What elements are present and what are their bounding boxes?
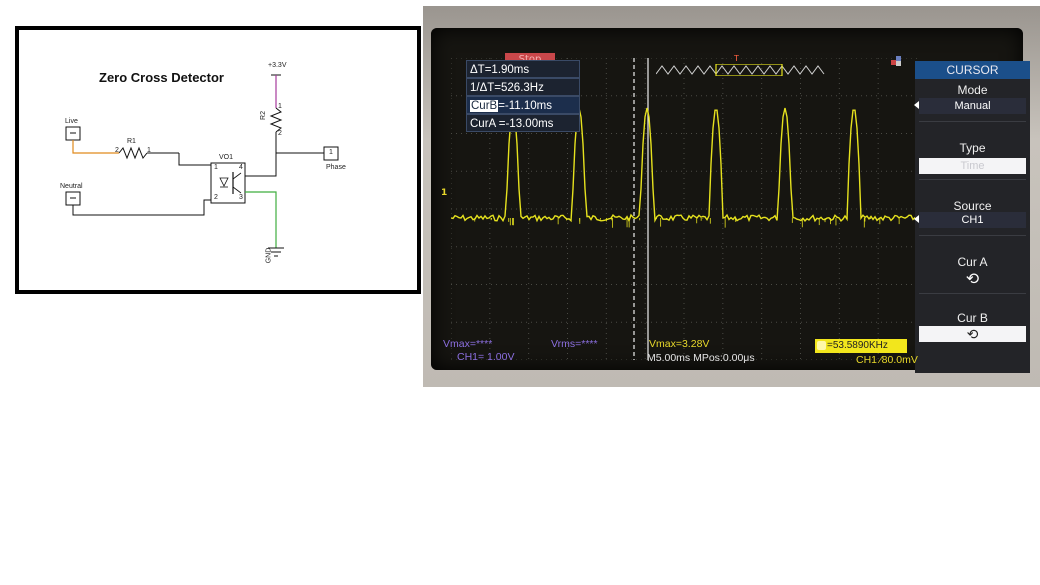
live-wire [72, 140, 119, 154]
trigger-position-marker: T [734, 54, 739, 63]
source-select[interactable]: CH1 [919, 212, 1026, 228]
scope-screen: Stop T ΔT=1.90ms 1/ΔT=526.3Hz CurB=-11.1… [431, 28, 1030, 373]
cursor-menu: CURSOR Mode Manual Type Time Source CH1 … [914, 61, 1030, 373]
supply-label: +3.3V [268, 62, 287, 69]
vmax-ch-measure: Vmax=**** [443, 338, 493, 350]
channel1-marker: 1 [441, 188, 448, 198]
mode-label: Mode [957, 83, 988, 97]
schematic-panel: Zero Cross Detector +3.3V R1 R2 VO1 Live… [15, 26, 421, 294]
r1-resistor [118, 146, 148, 160]
source-label: Source [953, 199, 992, 213]
r1-pin-left: 2 [115, 147, 119, 154]
mode-select[interactable]: Manual [919, 98, 1026, 114]
curb-value: =-11.10ms [498, 100, 553, 112]
r2-resistor [269, 107, 283, 133]
cura-readout: CurA =-13.00ms [466, 114, 580, 132]
phase-pin: 1 [329, 149, 333, 156]
neutral-label: Neutral [60, 183, 83, 190]
oscilloscope-photo: Stop T ΔT=1.90ms 1/ΔT=526.3Hz CurB=-11.1… [423, 6, 1040, 387]
frequency-counter: =53.5890KHz [815, 339, 907, 353]
curb-label: Cur B [957, 311, 988, 325]
ch1-scale: CH1= 1.00V [457, 351, 515, 363]
cura-knob-icon[interactable]: ⟲ [915, 269, 1030, 289]
memory-timeline [656, 64, 825, 76]
vrms-measure: Vrms=**** [551, 338, 598, 350]
curb-knob-icon[interactable]: ⟲ [919, 326, 1026, 342]
gnd-wire [245, 191, 277, 248]
usb-icon [890, 52, 902, 66]
cura-label: Cur A [957, 255, 988, 269]
type-select[interactable]: Time [919, 158, 1026, 174]
opto-pin-4: 4 [239, 164, 243, 171]
timeline-waveform [656, 65, 825, 75]
r1-pin-right: 1 [147, 147, 151, 154]
timebase-readout: M5.00ms MPos:0.00μs [647, 352, 755, 364]
r2-pin-bottom: 2 [278, 130, 282, 137]
curb-readout: CurB=-11.10ms [466, 96, 580, 114]
menu-title: CURSOR [915, 61, 1030, 79]
r2-pin-top: 1 [278, 103, 282, 110]
opto-pin-1: 1 [214, 164, 218, 171]
gnd-label: GND [265, 247, 273, 264]
opto-label: VO1 [219, 154, 234, 161]
curb-tag: CurB [470, 100, 499, 112]
r1-label: R1 [127, 138, 136, 145]
opto-pin-3: 3 [239, 194, 243, 201]
trigger-readout: CH1 ⁄80.0mV [856, 354, 918, 366]
inv-delta-t-readout: 1/ΔT=526.3Hz [466, 78, 580, 96]
schematic-title: Zero Cross Detector [99, 70, 224, 85]
vmax-measure: Vmax=3.28V [649, 338, 710, 350]
r2-label: R2 [259, 111, 267, 120]
opto-pin-2: 2 [214, 194, 218, 201]
live-label: Live [65, 118, 78, 125]
phase-label: Phase [326, 164, 346, 171]
delta-t-readout: ΔT=1.90ms [466, 60, 580, 78]
neutral-wire [72, 199, 211, 216]
type-label: Type [959, 141, 986, 155]
circuit-diagram [65, 74, 339, 257]
